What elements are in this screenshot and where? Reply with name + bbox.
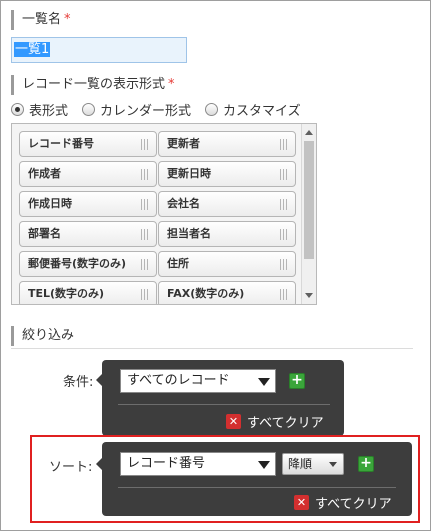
field-label: FAX(数字のみ) (167, 287, 245, 300)
panel-separator (118, 404, 330, 405)
drag-handle-icon[interactable] (141, 289, 150, 300)
display-format-heading: レコード一覧の表示形式 * (11, 75, 175, 95)
clear-conditions-button[interactable]: ✕ すべてクリア (226, 412, 324, 431)
filter-heading: 絞り込み (11, 326, 74, 346)
drag-handle-icon[interactable] (141, 169, 150, 180)
field-list-box: レコード番号 更新者 作成者 更新日時 作成日時 会社名 部署名 担当者名 郵便… (11, 123, 317, 305)
field-item[interactable]: 部署名 (19, 221, 157, 247)
field-label: レコード番号 (28, 137, 94, 150)
drag-handle-icon[interactable] (141, 199, 150, 210)
display-format-label: レコード一覧の表示形式 (22, 77, 166, 92)
divider (11, 348, 413, 349)
drag-handle-icon[interactable] (280, 199, 289, 210)
radio-label-custom[interactable]: カスタマイズ (223, 100, 301, 119)
drag-handle-icon[interactable] (280, 289, 289, 300)
field-label: 会社名 (167, 197, 200, 210)
add-condition-button[interactable]: + (289, 373, 305, 389)
field-label: 作成日時 (28, 197, 72, 210)
field-label: 部署名 (28, 227, 61, 240)
field-label: 作成者 (28, 167, 61, 180)
settings-frame: 一覧名 * 一覧1 レコード一覧の表示形式 * 表形式 カレンダー形式 カスタマイズ… (0, 0, 431, 531)
drag-handle-icon[interactable] (280, 259, 289, 270)
field-item[interactable]: 作成日時 (19, 191, 157, 217)
scroll-up-arrow-icon[interactable] (305, 130, 313, 135)
scroll-down-arrow-icon[interactable] (305, 293, 313, 298)
field-item[interactable]: 更新日時 (158, 161, 296, 187)
clear-conditions-label[interactable]: すべてクリア (247, 412, 324, 431)
panel-pointer (96, 374, 102, 386)
radio-label-calendar[interactable]: カレンダー形式 (100, 100, 191, 119)
display-format-radio-group: 表形式 カレンダー形式 カスタマイズ (11, 99, 315, 119)
drag-handle-icon[interactable] (280, 139, 289, 150)
radio-calendar-format[interactable] (82, 102, 96, 116)
drag-handle-icon[interactable] (141, 229, 150, 240)
field-list-scrollbar[interactable] (301, 124, 316, 304)
field-item[interactable]: 郵便番号(数字のみ) (19, 251, 157, 277)
field-item[interactable]: 作成者 (19, 161, 157, 187)
field-item[interactable]: 担当者名 (158, 221, 296, 247)
clear-x-icon: ✕ (226, 414, 241, 429)
field-label: 更新日時 (167, 167, 211, 180)
radio-custom-format[interactable] (205, 102, 219, 116)
field-item[interactable]: TEL(数字のみ) (19, 281, 157, 304)
drag-handle-icon[interactable] (141, 139, 150, 150)
sort-highlight-box (30, 435, 420, 523)
scroll-thumb[interactable] (304, 141, 314, 259)
filter-heading-label: 絞り込み (22, 328, 75, 343)
list-name-label: 一覧名 (22, 12, 62, 27)
field-item[interactable]: レコード番号 (19, 131, 157, 157)
list-name-input[interactable]: 一覧1 (11, 37, 187, 63)
field-item[interactable]: FAX(数字のみ) (158, 281, 296, 304)
condition-panel: すべてのレコード + ✕ すべてクリア (96, 360, 344, 436)
condition-label: 条件: (63, 375, 94, 390)
radio-table-format[interactable] (11, 102, 24, 116)
condition-select-value: すべてのレコード (127, 373, 230, 388)
required-mark: * (64, 12, 71, 27)
field-item[interactable]: 会社名 (158, 191, 296, 217)
field-label: 郵便番号(数字のみ) (28, 257, 127, 270)
drag-handle-icon[interactable] (280, 169, 289, 180)
condition-select[interactable]: すべてのレコード (120, 369, 276, 393)
field-label: 更新者 (167, 137, 200, 150)
field-item[interactable]: 更新者 (158, 131, 296, 157)
radio-label-table[interactable]: 表形式 (29, 100, 68, 119)
drag-handle-icon[interactable] (280, 229, 289, 240)
field-label: 住所 (167, 257, 189, 270)
list-name-heading: 一覧名 * (11, 10, 71, 30)
field-item[interactable]: 住所 (158, 251, 296, 277)
required-mark: * (168, 77, 175, 92)
field-label: 担当者名 (167, 227, 211, 240)
drag-handle-icon[interactable] (141, 259, 150, 270)
field-label: TEL(数字のみ) (28, 287, 105, 300)
list-name-value: 一覧1 (14, 42, 51, 57)
dropdown-arrow-icon[interactable] (258, 378, 270, 386)
